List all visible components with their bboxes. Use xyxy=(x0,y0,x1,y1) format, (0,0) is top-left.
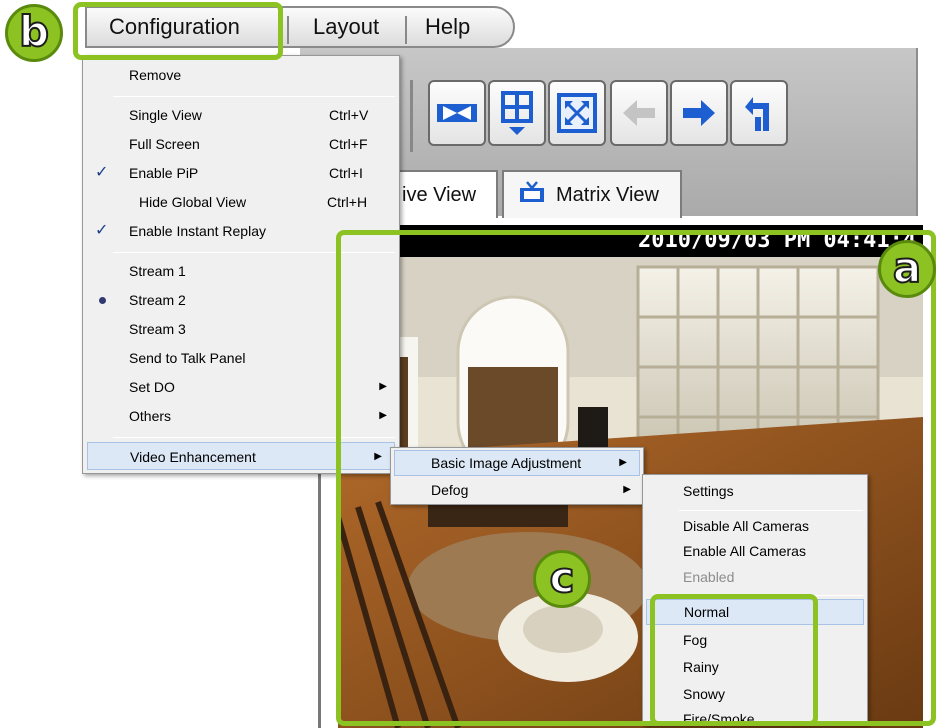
fullscreen-icon xyxy=(556,92,598,134)
menu-item-label: Send to Talk Panel xyxy=(129,350,246,366)
menu-layout[interactable]: Layout xyxy=(313,14,379,40)
menu-help[interactable]: Help xyxy=(425,14,470,40)
callout-box-c xyxy=(650,594,818,726)
menu-item-label: Stream 1 xyxy=(129,263,186,279)
menu-item-remove[interactable]: Remove xyxy=(83,61,399,89)
radio-selected-icon xyxy=(99,297,106,304)
sequence-button[interactable] xyxy=(730,80,788,146)
menu-item-shortcut: Ctrl+V xyxy=(329,107,369,123)
callout-badge-c: c xyxy=(533,550,591,608)
menu-separator xyxy=(287,16,289,44)
swap-icon xyxy=(435,98,479,128)
sequence-icon xyxy=(739,91,779,135)
menu-separator xyxy=(405,16,407,44)
toolbar-separator xyxy=(410,80,413,152)
callout-box-a xyxy=(336,230,936,726)
previous-button[interactable] xyxy=(610,80,668,146)
menu-item-enable-pip[interactable]: ✓ Enable PiP Ctrl+I xyxy=(83,159,399,187)
checkmark-icon: ✓ xyxy=(95,222,109,239)
arrow-left-icon xyxy=(619,96,659,130)
next-button[interactable] xyxy=(670,80,728,146)
menu-item-label: Stream 2 xyxy=(129,292,186,308)
fullscreen-button[interactable] xyxy=(548,80,606,146)
menu-divider xyxy=(113,96,395,97)
layout-grid-button[interactable] xyxy=(488,80,546,146)
menu-item-label: Others xyxy=(129,408,172,424)
menu-item-label: Enable PiP xyxy=(129,165,199,181)
tab-matrix-view-label: Matrix View xyxy=(556,183,659,206)
menu-item-label: Hide Global View xyxy=(139,194,247,210)
menu-item-label: Remove xyxy=(129,67,182,83)
menu-item-hide-global-view[interactable]: Hide Global View Ctrl+H xyxy=(83,188,399,216)
checkmark-icon: ✓ xyxy=(95,164,109,181)
menu-item-shortcut: Ctrl+F xyxy=(329,136,368,152)
menu-item-label: Set DO xyxy=(129,379,175,395)
arrow-right-icon xyxy=(679,96,719,130)
callout-box-b xyxy=(73,2,283,60)
menu-item-label: Single View xyxy=(129,107,202,123)
grid-layout-icon xyxy=(497,89,537,137)
menu-item-full-screen[interactable]: Full Screen Ctrl+F xyxy=(83,130,399,158)
menu-item-label: Video Enhancement xyxy=(130,449,256,465)
menu-item-shortcut: Ctrl+H xyxy=(327,194,368,210)
app-window: ive View Matrix View 8161 2010/09/03 PM … xyxy=(0,0,940,728)
callout-badge-a: a xyxy=(878,240,936,298)
tab-matrix-view[interactable]: Matrix View xyxy=(502,170,682,218)
menu-item-single-view[interactable]: Single View Ctrl+V xyxy=(83,101,399,129)
tv-icon xyxy=(518,180,546,210)
menu-item-label: Enable Instant Replay xyxy=(129,223,266,239)
tab-live-view-label: ive View xyxy=(402,183,477,206)
callout-badge-b: b xyxy=(5,4,63,62)
swap-view-button[interactable] xyxy=(428,80,486,146)
menu-item-label: Stream 3 xyxy=(129,321,186,337)
menu-item-shortcut: Ctrl+I xyxy=(329,165,363,181)
menu-item-label: Full Screen xyxy=(129,136,200,152)
